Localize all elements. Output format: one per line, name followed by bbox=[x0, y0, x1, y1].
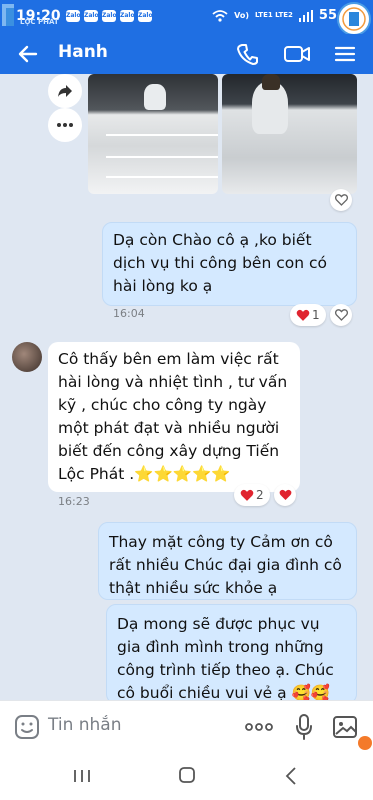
home-icon[interactable] bbox=[178, 766, 196, 784]
heart-icon bbox=[296, 309, 310, 321]
react-button[interactable] bbox=[330, 189, 352, 211]
phone-icon[interactable] bbox=[234, 40, 262, 68]
reaction-summary[interactable]: 2 bbox=[234, 484, 270, 506]
menu-icon[interactable] bbox=[330, 40, 360, 68]
react-button[interactable] bbox=[330, 304, 352, 326]
brand-seal-logo bbox=[337, 2, 371, 36]
more-options-button[interactable] bbox=[48, 108, 82, 142]
share-button[interactable] bbox=[48, 74, 82, 108]
outgoing-message[interactable]: Dạ mong sẽ được phục vụ gia đình mình tr… bbox=[106, 604, 357, 700]
contact-avatar[interactable] bbox=[12, 342, 42, 372]
heart-outline-icon bbox=[334, 194, 348, 206]
chat-header: Hanh bbox=[0, 34, 373, 74]
message-text: Dạ còn Chào cô ạ ,ko biết dịch vụ thi cô… bbox=[113, 231, 327, 295]
react-button[interactable] bbox=[274, 484, 296, 506]
battery-level: 55 bbox=[318, 8, 337, 23]
heart-icon bbox=[279, 489, 291, 500]
wifi-icon bbox=[212, 9, 228, 22]
video-call-icon[interactable] bbox=[282, 40, 312, 68]
message-text: Cô thấy bên em làm việc rất hài lòng và … bbox=[58, 350, 288, 483]
heart-outline-icon bbox=[334, 309, 348, 321]
message-text: Dạ mong sẽ được phục vụ gia đình mình tr… bbox=[117, 615, 334, 700]
message-text: Thay mặt công ty Cảm ơn cô rất nhiều Chú… bbox=[109, 533, 342, 597]
chat-thread[interactable]: Dạ còn Chào cô ạ ,ko biết dịch vụ thi cô… bbox=[0, 74, 373, 700]
notification-badges: Zalo Zalo Zalo Zalo Zalo bbox=[66, 10, 153, 22]
message-composer: Tin nhắn bbox=[0, 700, 373, 753]
recent-apps-icon[interactable] bbox=[72, 768, 92, 784]
outgoing-message[interactable]: Thay mặt công ty Cảm ơn cô rất nhiều Chú… bbox=[98, 522, 357, 600]
contact-name[interactable]: Hanh bbox=[58, 42, 108, 62]
mic-icon[interactable] bbox=[294, 713, 314, 741]
share-icon bbox=[58, 85, 72, 97]
zalo-notification-icon: Zalo bbox=[138, 10, 153, 22]
system-back-icon[interactable] bbox=[284, 766, 298, 786]
zalo-notification-icon: Zalo bbox=[120, 10, 135, 22]
signal-icon bbox=[298, 9, 313, 22]
shared-photo[interactable] bbox=[222, 74, 357, 194]
reaction-count: 2 bbox=[256, 488, 264, 502]
outgoing-message[interactable]: Dạ còn Chào cô ạ ,ko biết dịch vụ thi cô… bbox=[102, 222, 357, 320]
floating-indicator[interactable] bbox=[358, 736, 372, 750]
zalo-notification-icon: Zalo bbox=[84, 10, 99, 22]
worker-figure bbox=[144, 84, 166, 110]
image-icon[interactable] bbox=[332, 713, 360, 741]
reaction-count: 1 bbox=[312, 308, 320, 322]
network-label: Vo) bbox=[234, 11, 249, 20]
zalo-notification-icon: Zalo bbox=[102, 10, 117, 22]
lte-label: LTE1 LTE2 bbox=[255, 11, 293, 19]
reaction-summary[interactable]: 1 bbox=[290, 304, 326, 326]
incoming-message[interactable]: Cô thấy bên em làm việc rất hài lòng và … bbox=[48, 342, 300, 508]
more-actions-icon[interactable] bbox=[244, 719, 274, 735]
emoji-icon[interactable] bbox=[14, 714, 40, 740]
system-navigation-bar bbox=[0, 752, 373, 800]
heart-icon bbox=[240, 489, 254, 501]
back-arrow-icon[interactable] bbox=[14, 40, 42, 68]
logo-text: LỘC PHÁT bbox=[20, 18, 59, 26]
shared-photo[interactable] bbox=[88, 74, 218, 194]
more-options-icon bbox=[57, 123, 73, 127]
status-indicators: Vo) LTE1 LTE2 55 bbox=[212, 8, 337, 23]
message-input[interactable]: Tin nhắn bbox=[48, 715, 122, 735]
brand-logo-watermark: LỘC PHÁT bbox=[0, 0, 70, 30]
